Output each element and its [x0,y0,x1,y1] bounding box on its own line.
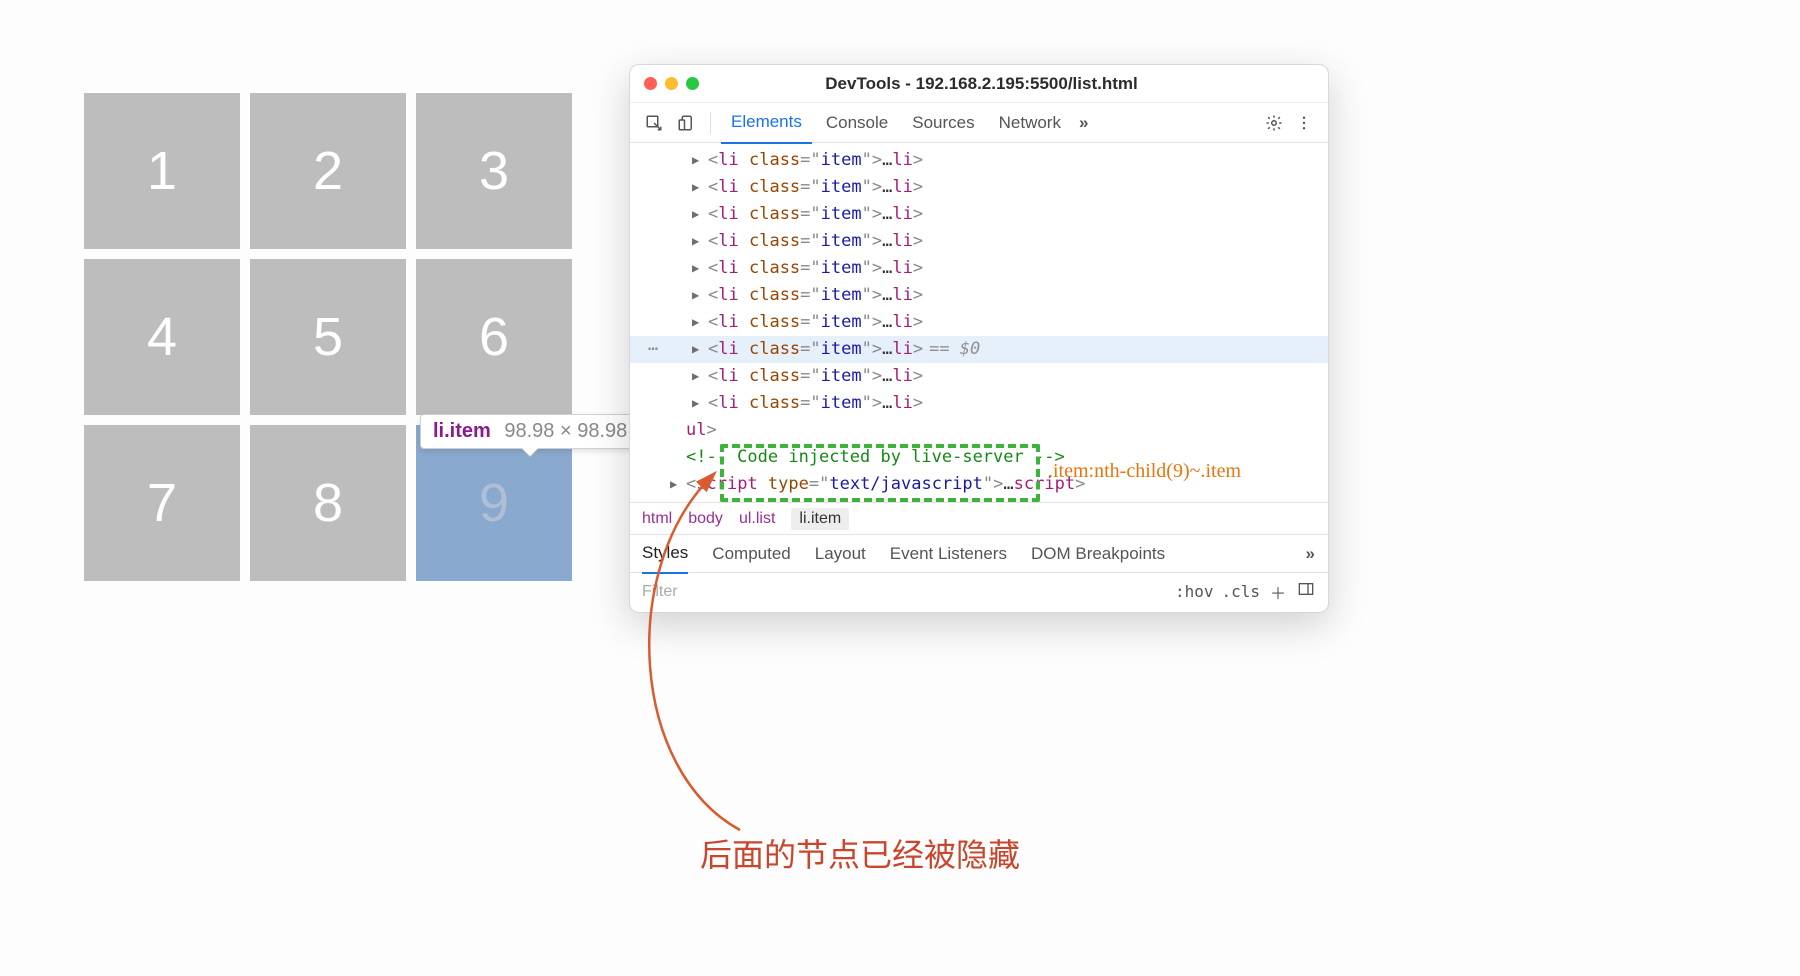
cell-1: 1 [84,93,240,249]
dom-row[interactable]: ▶<li class="item">…li> [630,201,1328,228]
more-styles-tabs-icon[interactable]: » [1306,544,1316,564]
grid-3x3: 1 2 3 4 5 6 7 8 9 [84,93,572,581]
filter-bar: Filter :hov .cls ＋ [630,572,1328,610]
cell-label: 4 [147,306,177,368]
cell-label: 5 [313,306,343,368]
cell-label: 7 [147,472,177,534]
breadcrumb-html[interactable]: html [642,510,672,528]
cell-6: 6 [416,259,572,415]
tab-network[interactable]: Network [989,103,1071,143]
dom-row[interactable]: ▶<li class="item">…li> [630,309,1328,336]
tab-elements[interactable]: Elements [721,102,812,144]
cell-label: 9 [479,472,509,534]
tooltip-selector: li.item [433,420,491,442]
dom-row-ul-close[interactable]: ul> [630,417,1328,444]
tab-event-listeners[interactable]: Event Listeners [890,544,1007,564]
more-tabs-icon[interactable]: » [1079,113,1089,133]
tooltip-dimensions: 98.98 × 98.98 [504,420,627,442]
inspect-tooltip: li.item 98.98 × 98.98 [420,414,640,449]
separator [710,112,711,134]
dom-row[interactable]: ▶<li class="item">…li> [630,147,1328,174]
titlebar: DevTools - 192.168.2.195:5500/list.html [630,65,1328,103]
tab-computed[interactable]: Computed [712,544,790,564]
add-rule-icon[interactable]: ＋ [1268,580,1288,604]
cell-2: 2 [250,93,406,249]
breadcrumb-ul[interactable]: ul.list [739,510,775,528]
dom-row[interactable]: ▶<li class="item">…li> [630,390,1328,417]
filter-input[interactable]: Filter [642,583,1167,601]
dom-row[interactable]: ▶<li class="item">…li> [630,174,1328,201]
device-toggle-icon[interactable] [672,109,700,137]
cell-5: 5 [250,259,406,415]
tab-styles[interactable]: Styles [642,534,688,574]
toggle-sidebar-icon[interactable] [1296,582,1316,601]
cell-7: 7 [84,425,240,581]
tab-layout[interactable]: Layout [815,544,866,564]
window-title: DevTools - 192.168.2.195:5500/list.html [699,74,1314,94]
settings-icon[interactable] [1260,109,1288,137]
tab-sources[interactable]: Sources [902,103,984,143]
breadcrumb: html body ul.list li.item [630,502,1328,534]
devtools-toolbar: Elements Console Sources Network » [630,103,1328,143]
zoom-button[interactable] [686,77,699,90]
inspect-icon[interactable] [640,109,668,137]
breadcrumb-body[interactable]: body [688,510,723,528]
minimize-button[interactable] [665,77,678,90]
dom-row[interactable]: ▶<li class="item">…li> [630,363,1328,390]
traffic-lights [644,77,699,90]
cell-3: 3 [416,93,572,249]
tab-dom-breakpoints[interactable]: DOM Breakpoints [1031,544,1165,564]
tab-console[interactable]: Console [816,103,898,143]
dom-row[interactable]: ▶<li class="item">…li> [630,282,1328,309]
cell-8: 8 [250,425,406,581]
dom-row-selected[interactable]: ⋯▶<li class="item">…li>== $0 [630,336,1328,363]
cell-4: 4 [84,259,240,415]
annotation-caption: 后面的节点已经被隐藏 [700,830,1020,876]
styles-tabs: Styles Computed Layout Event Listeners D… [630,534,1328,572]
cell-label: 2 [313,140,343,202]
cell-label: 8 [313,472,343,534]
dom-row[interactable]: ▶<li class="item">…li> [630,255,1328,282]
cell-label: 1 [147,140,177,202]
annotation-selector-label: .item:nth-child(9)~.item [1048,460,1241,483]
hover-toggle[interactable]: :hov [1175,582,1214,601]
devtools-window: DevTools - 192.168.2.195:5500/list.html … [629,64,1329,613]
dom-row[interactable]: ▶<li class="item">…li> [630,228,1328,255]
cls-toggle[interactable]: .cls [1221,582,1260,601]
kebab-icon[interactable] [1290,109,1318,137]
dom-tree[interactable]: ▶<li class="item">…li>▶<li class="item">… [630,143,1328,502]
cell-label: 3 [479,140,509,202]
close-button[interactable] [644,77,657,90]
breadcrumb-li[interactable]: li.item [791,508,849,530]
cell-label: 6 [479,306,509,368]
